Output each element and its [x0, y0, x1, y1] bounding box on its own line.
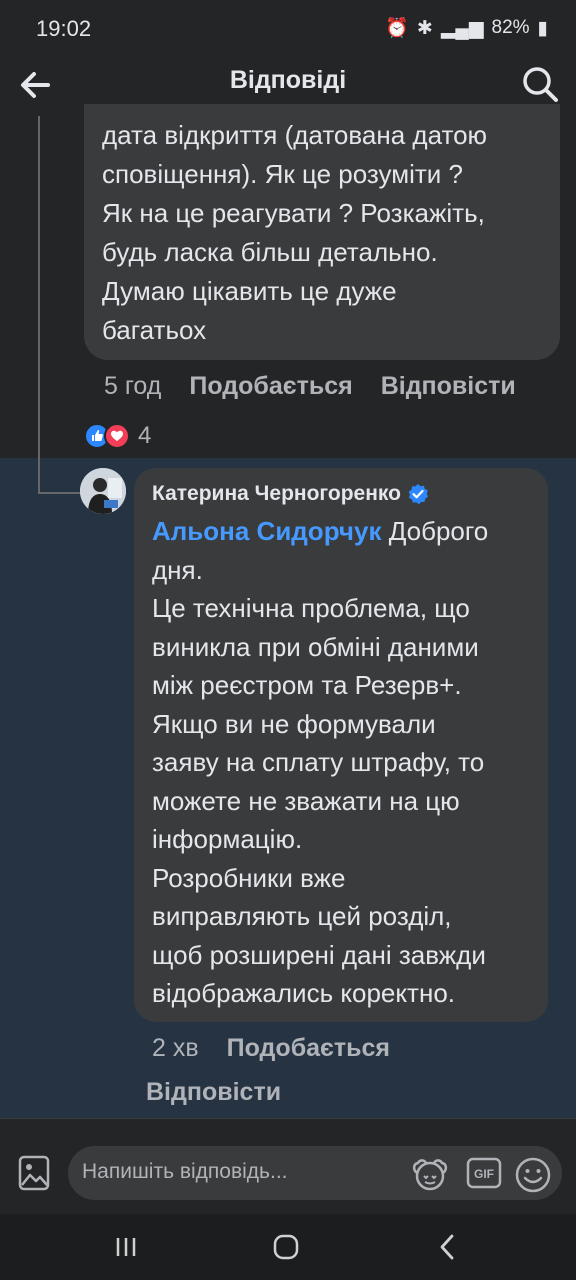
battery-icon: ▮ — [537, 17, 548, 39]
page-title: Відповіді — [229, 66, 347, 94]
reactions-summary[interactable]: 4 — [84, 422, 151, 450]
reply-thread-connector — [38, 492, 80, 494]
gif-icon[interactable]: GIF — [466, 1157, 502, 1189]
avatar-sticker-icon[interactable] — [410, 1156, 450, 1192]
signal-icon: ▂▄▆ — [440, 17, 484, 39]
reply-reply-button[interactable]: Відповісти — [146, 1078, 281, 1107]
battery-percent: 82% — [491, 17, 530, 38]
bluetooth-icon: ✱ — [416, 17, 433, 39]
status-time: 19:02 — [36, 16, 92, 41]
parent-reply-button[interactable]: Відповісти — [381, 372, 516, 401]
reply-comment-meta: 2 хв Подобається — [152, 1034, 390, 1063]
reply-like-button[interactable]: Подобається — [227, 1034, 390, 1063]
love-reaction-icon — [104, 423, 130, 449]
home-icon[interactable] — [273, 1234, 299, 1260]
thread-line — [38, 116, 40, 494]
emoji-icon[interactable] — [514, 1156, 552, 1194]
status-icons: ⏰ ✱ ▂▄▆ 82% ▮ — [385, 16, 548, 40]
verified-badge-icon — [408, 484, 428, 505]
parent-like-button[interactable]: Подобається — [189, 372, 352, 401]
alarm-icon: ⏰ — [385, 18, 409, 39]
reply-comment-text: Альона Сидорчук Доброго дня. Це технічна… — [152, 512, 542, 1013]
reaction-count: 4 — [138, 422, 152, 449]
back-nav-icon[interactable] — [437, 1234, 457, 1260]
reply-thread-line — [38, 458, 40, 494]
parent-comment-text: дата відкриття (датована датою сповіщенн… — [102, 120, 488, 345]
parent-comment-time: 5 год — [104, 372, 162, 400]
svg-text:GIF: GIF — [474, 1167, 494, 1181]
recents-icon[interactable] — [114, 1236, 138, 1258]
reply-input[interactable]: Напишіть відповідь... — [82, 1160, 288, 1184]
mention-link[interactable]: Альона Сидорчук — [152, 516, 382, 546]
search-icon[interactable] — [520, 64, 560, 104]
avatar[interactable] — [80, 468, 126, 514]
reply-author-row: Катерина Черногоренко — [152, 482, 429, 506]
parent-comment-meta: 5 год Подобається Відповісти — [104, 372, 516, 401]
author-name[interactable]: Катерина Черногоренко — [152, 482, 401, 506]
reply-comment-time: 2 хв — [152, 1034, 199, 1062]
photo-icon[interactable] — [18, 1155, 50, 1191]
reply-body: Доброго дня. Це технічна проблема, що ви… — [152, 516, 489, 1008]
